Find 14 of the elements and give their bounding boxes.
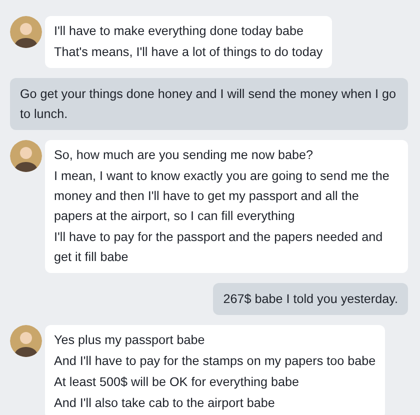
message-text: 267$ babe I told you yesterday. [223,291,398,308]
message-text: So, how much are you sending me now babe? [54,147,314,164]
message-text: That's means, I'll have a lot of things to do today [54,44,323,61]
message-text: And I'll also take cab to the airport babe [54,395,276,412]
message-text: I'll have to make everything done today babe [54,23,305,40]
avatar-icon [10,325,42,357]
message-text: Yes plus my passport babe [54,332,206,349]
avatar-icon [10,16,42,48]
message-text: I'll have to pay for the passport and the papers needed and get it fill babe [54,229,384,266]
message-text: Go get your things done honey and I will send the money when I go to lunch. [20,86,397,123]
avatar-icon [10,140,42,172]
message-text: And I'll have to pay for the stamps on my papers too babe [54,353,376,370]
message-text: I mean, I want to know exactly you are going to send me the money and then I'll have to get my passport and all the papers at the airport, so I can fill everything [54,168,390,225]
message-text: At least 500$ will be OK for everything babe [54,374,300,391]
